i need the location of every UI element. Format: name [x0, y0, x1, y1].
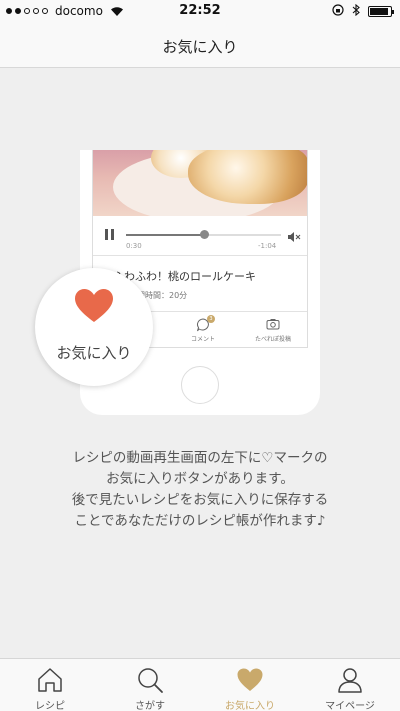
status-right: [332, 3, 394, 19]
mute-icon: [287, 228, 301, 247]
tab-label: マイページ: [325, 701, 375, 711]
tab-recipe[interactable]: レシピ: [0, 659, 100, 711]
player-controls: 0:30 -1:04: [93, 216, 307, 256]
search-icon: [136, 666, 164, 698]
tab-search[interactable]: さがす: [100, 659, 200, 711]
tabereport-tab-label: たべれぽ投稿: [254, 336, 291, 343]
video-thumbnail: [93, 150, 307, 216]
comment-tab-label: コメント: [190, 336, 215, 343]
remaining-time: -1:04: [258, 242, 277, 250]
tab-label: レシピ: [35, 701, 65, 711]
description-line: レシピの動画再生画面の左下に♡マークの: [72, 450, 328, 466]
favorite-callout: お気に入り: [35, 268, 153, 386]
camera-icon: [266, 318, 280, 332]
tab-favorites[interactable]: お気に入り: [200, 659, 300, 711]
status-bar: docomo 22:52: [0, 0, 400, 22]
person-icon: [336, 666, 364, 698]
comment-tab: 3 コメント: [173, 315, 233, 343]
recipe-title: ふわふわ！桃のロールケーキ: [113, 270, 256, 283]
tabereport-tab: たべれぽ投稿: [243, 318, 303, 343]
tab-label: お気に入り: [225, 701, 275, 711]
tab-label: さがす: [135, 701, 165, 711]
tab-mypage[interactable]: マイページ: [300, 659, 400, 711]
seek-knob: [200, 230, 209, 239]
description-line: ことであなただけのレシピ帳が作れます♪: [74, 513, 326, 529]
description-line: お気に入りボタンがあります。: [106, 471, 294, 487]
heart-icon: [236, 666, 264, 698]
pause-icon: [105, 229, 114, 240]
page-title: お気に入り: [162, 38, 238, 56]
current-time: 0:30: [126, 242, 142, 250]
description-line: 後で見たいレシピをお気に入りに保存する: [71, 492, 329, 508]
home-icon: [36, 666, 64, 698]
bluetooth-icon: [352, 3, 360, 19]
heart-icon: [74, 288, 114, 328]
callout-label: お気に入り: [56, 344, 132, 362]
tab-bar: レシピ さがす お気に入り マイページ: [0, 658, 400, 711]
comment-icon: 3: [195, 315, 215, 332]
battery-icon: [368, 6, 394, 17]
description: レシピの動画再生画面の左下に♡マークの お気に入りボタンがあります。 後で見たい…: [30, 448, 370, 532]
comment-count-badge: 3: [207, 315, 215, 323]
orientation-lock-icon: [332, 4, 344, 19]
navigation-bar: お気に入り: [0, 22, 400, 68]
cake-roll-image: [188, 150, 307, 204]
phone-home-button: [181, 366, 219, 404]
